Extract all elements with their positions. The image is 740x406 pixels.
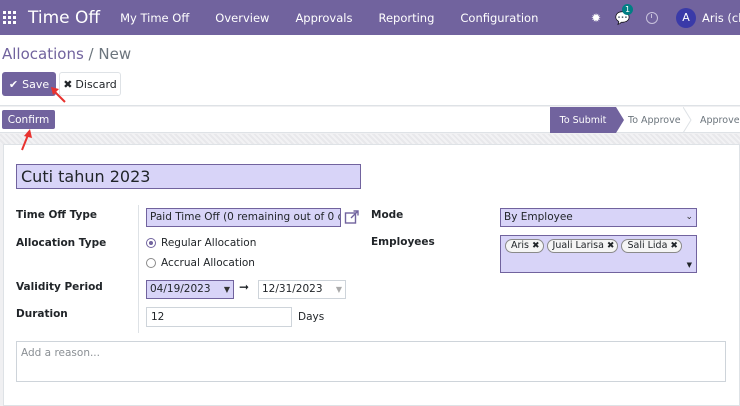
- remove-tag-icon[interactable]: ✖: [607, 240, 615, 252]
- arrow-right-icon: ➞: [239, 280, 250, 294]
- save-button[interactable]: ✔ Save: [2, 72, 56, 96]
- sheet-background: [0, 134, 740, 144]
- mode-select[interactable]: By Employee ⌄: [500, 208, 697, 227]
- radio-label: Accrual Allocation: [161, 257, 255, 269]
- stage-separator: [683, 107, 692, 133]
- radio-label: Regular Allocation: [161, 237, 257, 249]
- form-sheet: Cuti tahun 2023 Time Off Type Allocation…: [3, 144, 740, 406]
- top-navbar: Time Off My Time Off Overview Approvals …: [0, 0, 740, 35]
- check-icon: ✔: [8, 77, 19, 91]
- date-to-input[interactable]: 12/31/2023 ▼: [258, 280, 346, 299]
- reason-textarea[interactable]: Add a reason...: [16, 341, 726, 382]
- chat-button[interactable]: 💬 1: [615, 3, 634, 25]
- confirm-button[interactable]: Confirm: [2, 110, 55, 129]
- breadcrumb: Allocations / New: [2, 45, 131, 63]
- close-icon: ✖: [63, 77, 73, 91]
- app-title[interactable]: Time Off: [28, 8, 100, 28]
- date-to-value: 12/31/2023: [262, 283, 323, 295]
- time-off-type-value: Paid Time Off (0 remaining out of 0 days…: [150, 211, 340, 223]
- column-divider: [138, 205, 139, 333]
- external-link-icon[interactable]: [344, 209, 360, 225]
- breadcrumb-parent[interactable]: Allocations: [2, 45, 84, 63]
- status-bar: Confirm To Submit To Approve Approved: [0, 107, 740, 133]
- mode-value: By Employee: [504, 211, 573, 223]
- menu-approvals[interactable]: Approvals: [295, 11, 352, 25]
- breadcrumb-separator: /: [88, 45, 94, 63]
- validity-period-label: Validity Period: [16, 281, 103, 293]
- employee-tag-label: Sali Lida: [627, 240, 668, 251]
- employee-tag-label: Juali Larisa: [552, 240, 604, 251]
- allocation-type-label: Allocation Type: [16, 237, 107, 249]
- employee-tag-label: Aris: [511, 240, 529, 251]
- stage-approved[interactable]: Approved: [700, 107, 740, 133]
- duration-label: Duration: [16, 308, 68, 320]
- stage-to-approve[interactable]: To Approve: [628, 107, 681, 133]
- chevron-down-icon[interactable]: ▼: [687, 261, 692, 269]
- discard-button[interactable]: ✖ Discard: [59, 72, 121, 96]
- date-from-value: 04/19/2023: [150, 283, 211, 295]
- time-off-type-select[interactable]: Paid Time Off (0 remaining out of 0 days…: [146, 208, 341, 227]
- stage-to-submit[interactable]: To Submit: [550, 107, 624, 133]
- employees-many2many[interactable]: Aris ✖ Juali Larisa ✖ Sali Lida ✖ ▼: [500, 235, 697, 273]
- employee-tag: Aris ✖: [505, 239, 544, 253]
- date-from-input[interactable]: 04/19/2023 ▼: [146, 280, 234, 299]
- chevron-down-icon: ⌄: [685, 212, 693, 222]
- clock-icon[interactable]: [646, 11, 658, 24]
- radio-regular-allocation[interactable]: Regular Allocation: [146, 237, 256, 249]
- breadcrumb-current: New: [98, 45, 132, 63]
- allocation-name-input[interactable]: Cuti tahun 2023: [16, 164, 361, 189]
- discard-label: Discard: [75, 77, 117, 91]
- mode-label: Mode: [371, 209, 404, 221]
- avatar[interactable]: A: [676, 7, 696, 28]
- duration-input[interactable]: 12: [146, 307, 292, 327]
- duration-unit: Days: [298, 311, 325, 323]
- user-name[interactable]: Aris (cbt: [702, 11, 740, 25]
- employees-label: Employees: [371, 236, 435, 248]
- menu-overview[interactable]: Overview: [215, 11, 269, 25]
- time-off-type-label: Time Off Type: [16, 209, 97, 221]
- remove-tag-icon[interactable]: ✖: [670, 240, 678, 252]
- bug-icon[interactable]: ✹: [591, 11, 601, 25]
- radio-checked-icon: [146, 238, 156, 248]
- employee-tag: Juali Larisa ✖: [546, 239, 619, 253]
- save-label: Save: [22, 77, 50, 91]
- radio-accrual-allocation[interactable]: Accrual Allocation: [146, 257, 255, 269]
- menu-configuration[interactable]: Configuration: [460, 11, 538, 25]
- chevron-down-icon: ▼: [335, 285, 342, 294]
- control-panel: Allocations / New ✔ Save ✖ Discard: [0, 35, 740, 106]
- chat-badge: 1: [622, 3, 634, 15]
- chevron-down-icon: ▼: [223, 285, 230, 294]
- menu-reporting[interactable]: Reporting: [378, 11, 434, 25]
- radio-unchecked-icon: [146, 258, 156, 268]
- remove-tag-icon[interactable]: ✖: [532, 240, 540, 252]
- employee-tag: Sali Lida ✖: [621, 239, 682, 253]
- menu-my-time-off[interactable]: My Time Off: [120, 11, 189, 25]
- apps-grid-icon[interactable]: [3, 10, 17, 25]
